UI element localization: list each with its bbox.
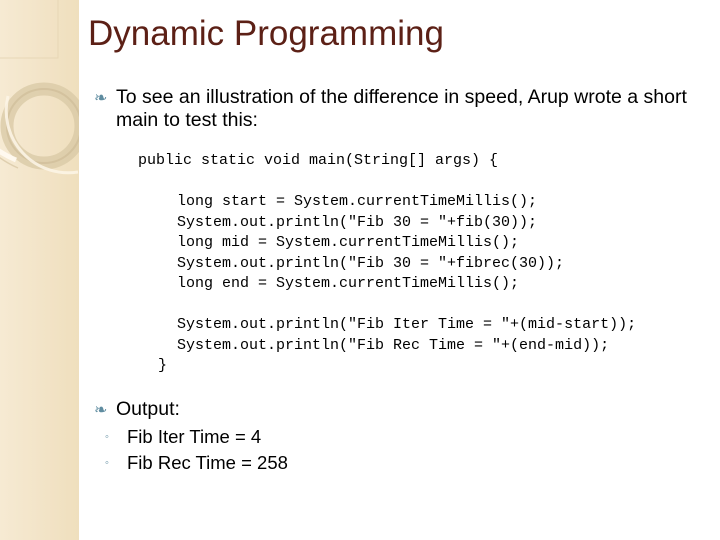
slide-canvas: Dynamic Programming ❧ To see an illustra… — [0, 0, 720, 540]
code-line: System.out.println("Fib 30 = "+fibrec(30… — [177, 254, 565, 272]
code-line: long end = System.currentTimeMillis(); — [177, 275, 520, 293]
list-item: ◦ Fib Iter Time = 4 — [105, 424, 505, 450]
output-results-list: ◦ Fib Iter Time = 4 ◦ Fib Rec Time = 258 — [105, 424, 505, 476]
code-line: long mid = System.currentTimeMillis(); — [177, 234, 520, 252]
code-closing-brace: } — [158, 357, 168, 374]
bullet-intro-text: To see an illustration of the difference… — [116, 86, 687, 131]
list-item-label: Fib Iter Time = 4 — [127, 426, 262, 447]
code-line: System.out.println("Fib Iter Time = "+(m… — [177, 315, 637, 333]
slide-title: Dynamic Programming — [88, 14, 444, 53]
list-item-label: Fib Rec Time = 258 — [127, 452, 288, 473]
code-signature: public static void main(String[] args) { — [138, 152, 499, 169]
decorative-side-band — [0, 0, 79, 540]
bullet-intro: ❧ To see an illustration of the differen… — [94, 86, 720, 132]
code-line: System.out.println("Fib 30 = "+fib(30)); — [177, 213, 538, 231]
swirl-bullet-icon: ❧ — [94, 90, 108, 107]
swirl-bullet-icon: ❧ — [94, 402, 108, 419]
hollow-circle-bullet-icon: ◦ — [105, 431, 109, 443]
band-rings-graphic — [0, 0, 79, 540]
list-item: ◦ Fib Rec Time = 258 — [105, 450, 505, 476]
code-body: long start = System.currentTimeMillis();… — [177, 192, 636, 356]
code-line: System.out.println("Fib Rec Time = "+(en… — [177, 336, 610, 354]
bullet-output: ❧ Output: — [94, 398, 394, 423]
bullet-output-text: Output: — [116, 398, 180, 420]
hollow-circle-bullet-icon: ◦ — [105, 457, 109, 469]
code-line: long start = System.currentTimeMillis(); — [177, 193, 538, 210]
